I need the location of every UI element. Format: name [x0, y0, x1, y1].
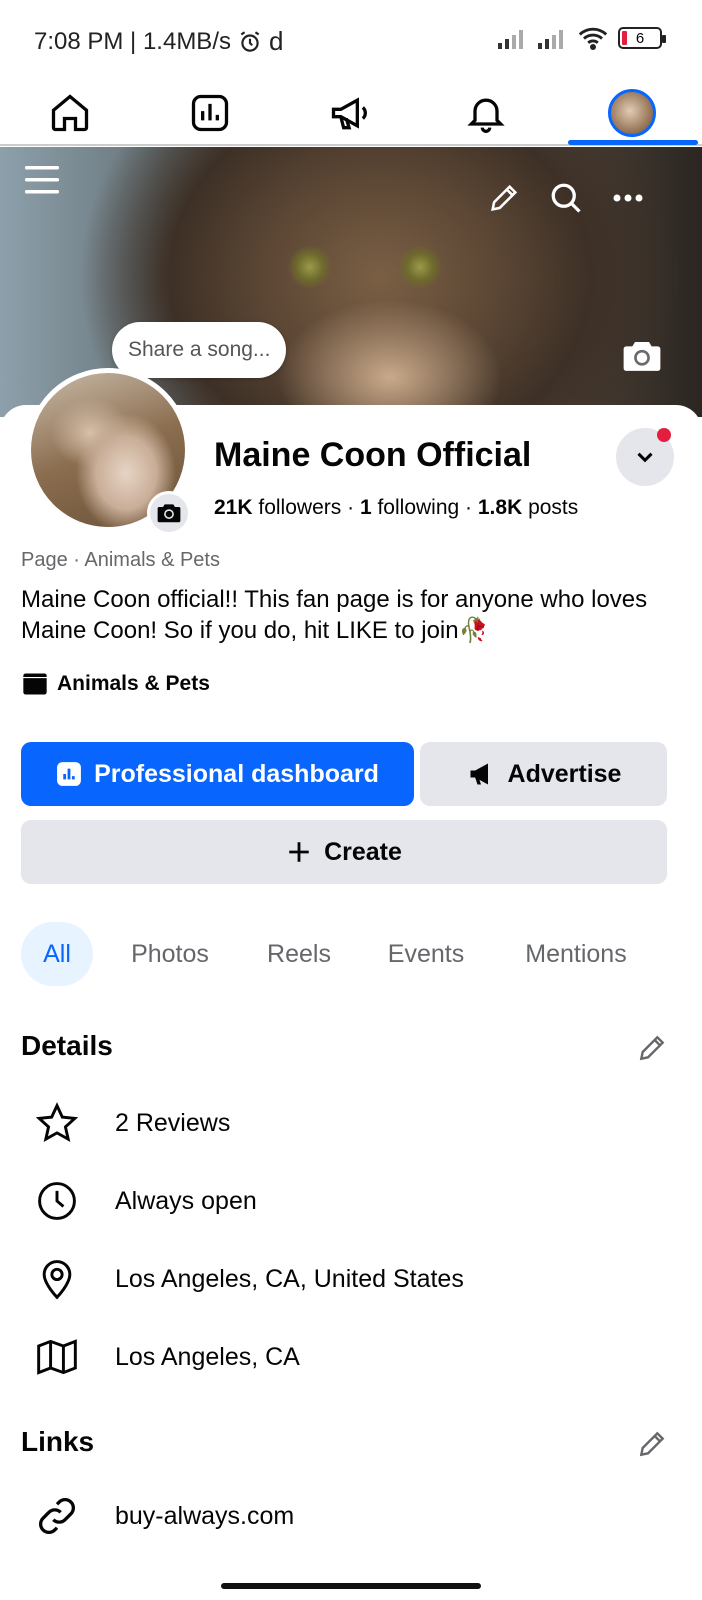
- tab-label: Mentions: [525, 939, 627, 968]
- page-bio: Maine Coon official!! This fan page is f…: [21, 586, 648, 644]
- song-bubble[interactable]: Share a song...: [112, 322, 287, 378]
- signal-icon: [498, 30, 523, 49]
- detail-text: 2 Reviews: [115, 1108, 231, 1137]
- tab-reels[interactable]: Reels: [262, 922, 336, 986]
- more-icon: [613, 194, 643, 202]
- camera-icon: [157, 504, 181, 523]
- professional-dashboard-button[interactable]: Professional dashboard: [21, 742, 414, 806]
- clock-icon: [38, 1182, 76, 1220]
- tab-label: Reels: [267, 939, 331, 968]
- posts-count: 1.8K: [477, 496, 523, 519]
- category-chip[interactable]: Animals & Pets: [21, 672, 210, 696]
- map-icon: [37, 1339, 77, 1375]
- link-text: buy-always.com: [115, 1501, 295, 1530]
- status-extra: d: [268, 26, 284, 56]
- dashboard-icon: [57, 762, 82, 786]
- home-indicator[interactable]: [221, 1583, 481, 1589]
- tab-label: All: [43, 939, 71, 968]
- nav-active-indicator: [568, 140, 698, 145]
- pencil-icon: [491, 184, 518, 211]
- star-icon: [35, 1102, 79, 1143]
- signal-icon-2: [538, 30, 563, 49]
- tab-label: Events: [387, 939, 465, 968]
- nav-ads[interactable]: [300, 80, 400, 146]
- detail-address[interactable]: Los Angeles, CA, United States: [34, 1254, 464, 1304]
- song-prompt: Share a song...: [128, 338, 271, 361]
- tab-mentions[interactable]: Mentions: [516, 922, 636, 986]
- professional-dashboard-label: Professional dashboard: [94, 759, 379, 788]
- status-bar: 7:08 PM | 1.4MB/s d 6: [0, 0, 702, 80]
- page-category-line: Page · Animals & Pets: [21, 549, 220, 571]
- edit-links-button[interactable]: [634, 1426, 670, 1462]
- page-title: Maine Coon Official: [214, 436, 532, 474]
- hamburger-icon: [25, 166, 59, 194]
- clapperboard-icon: [23, 673, 47, 695]
- detail-text: Always open: [115, 1186, 257, 1215]
- stats-separator: ·: [465, 496, 473, 519]
- chevron-down-icon: [637, 452, 653, 463]
- links-title: Links: [21, 1426, 95, 1457]
- detail-reviews[interactable]: 2 Reviews: [34, 1098, 230, 1148]
- status-time: 7:08 PM | 1.4MB/s: [34, 27, 231, 55]
- detail-hours: Always open: [34, 1176, 257, 1226]
- stats-separator: ·: [347, 496, 355, 519]
- plus-icon: [289, 842, 309, 862]
- cover-camera-button[interactable]: [620, 336, 664, 376]
- followers-label[interactable]: followers: [258, 496, 341, 519]
- link-icon: [39, 1498, 75, 1534]
- location-pin-icon: [42, 1260, 72, 1300]
- notification-dot: [657, 428, 671, 442]
- menu-button[interactable]: [20, 160, 64, 200]
- detail-city[interactable]: Los Angeles, CA: [34, 1332, 300, 1382]
- following-count: 1: [359, 496, 372, 519]
- create-button[interactable]: Create: [21, 820, 667, 884]
- create-label: Create: [324, 837, 402, 866]
- detail-text: Los Angeles, CA, United States: [115, 1264, 464, 1293]
- category-chip-label: Animals & Pets: [57, 672, 210, 695]
- tab-photos[interactable]: Photos: [124, 922, 216, 986]
- megaphone-icon: [470, 763, 488, 785]
- avatar-camera-button[interactable]: [147, 491, 191, 535]
- advertise-label: Advertise: [507, 759, 622, 788]
- pencil-icon: [639, 1035, 665, 1061]
- nav-dashboard[interactable]: [160, 80, 260, 146]
- alarm-icon: [240, 30, 260, 52]
- battery-icon: 6: [618, 27, 666, 49]
- following-label[interactable]: following: [377, 496, 459, 519]
- detail-text: Los Angeles, CA: [115, 1342, 300, 1371]
- megaphone-icon: [331, 97, 367, 130]
- nav-profile[interactable]: [582, 80, 682, 146]
- nav-home[interactable]: [20, 80, 120, 146]
- link-website[interactable]: buy-always.com: [34, 1491, 294, 1541]
- wifi-icon: [578, 27, 608, 50]
- nav-notifications[interactable]: [436, 80, 536, 146]
- posts-label: posts: [528, 496, 579, 519]
- details-title: Details: [21, 1030, 113, 1061]
- edit-details-button[interactable]: [634, 1030, 670, 1066]
- tab-label: Photos: [131, 939, 209, 968]
- camera-icon: [623, 342, 661, 371]
- home-icon: [51, 94, 89, 132]
- edit-button[interactable]: [484, 178, 524, 218]
- page-stats: 21K followers · 1 following · 1.8K posts: [214, 496, 578, 520]
- advertise-button[interactable]: Advertise: [420, 742, 667, 806]
- more-button[interactable]: [608, 178, 648, 218]
- pencil-icon: [639, 1431, 665, 1457]
- tab-all[interactable]: All: [21, 922, 93, 986]
- search-button[interactable]: [546, 178, 586, 218]
- top-nav: [0, 80, 702, 146]
- bell-icon: [467, 98, 505, 133]
- followers-count: 21K: [214, 496, 253, 519]
- search-icon: [551, 183, 581, 213]
- battery-level: 6: [635, 29, 645, 47]
- tab-events[interactable]: Events: [382, 922, 470, 986]
- profile-avatar: [608, 89, 656, 137]
- dashboard-icon: [191, 94, 229, 132]
